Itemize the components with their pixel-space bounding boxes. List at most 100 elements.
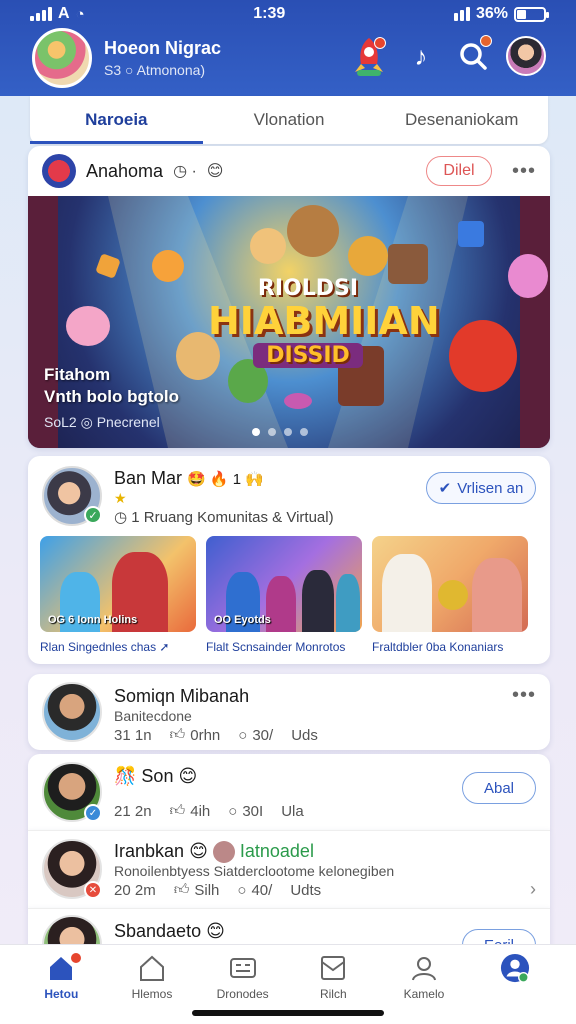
featured-banner[interactable]: RIOLDSI HIABMIIAN DISSID Fitahom Vnth bo… [28, 196, 550, 448]
tab-vlonation[interactable]: Vlonation [203, 96, 376, 144]
post-stats: 20 2m 👍︎ Silh ○ 40/ Udts [114, 881, 321, 899]
star-icon: ★ [114, 490, 127, 506]
post-author[interactable]: Iranbkan 😊 Iatnoadel [114, 841, 314, 864]
tab-desenaniokam[interactable]: Desenaniokam [375, 96, 548, 144]
like-count: 0rhn [190, 726, 221, 744]
carousel-dot[interactable] [300, 428, 308, 436]
search-icon[interactable] [454, 35, 492, 75]
featured-header: Anahoma ◷ · 😊 Dilel ••• [28, 146, 550, 196]
post-action-button[interactable]: Abal [462, 772, 536, 804]
carousel-dot[interactable] [252, 428, 260, 436]
cell-icon [453, 7, 470, 21]
post-time: 20 2m [114, 881, 156, 899]
post-card[interactable]: ✓ 🎊 Son 😊 21 2n 👍︎ 4ih ○ 30I Ula Abal [28, 754, 550, 830]
nav-hlemos[interactable]: Hlemos [112, 953, 192, 1024]
inbox-icon [318, 953, 348, 983]
more-options-icon[interactable]: ••• [512, 160, 536, 183]
share-count: Ula [281, 802, 304, 820]
banner-caption-line-2: Vnth bolo bgtolo [44, 387, 180, 406]
comment-stat[interactable]: ○ 30I [228, 803, 263, 820]
comment-count: 30/ [252, 726, 274, 744]
post-time: 31 1n [114, 726, 152, 744]
emoji-icon: 😊 [206, 921, 225, 941]
profile-name[interactable]: Hoeon Nigrac [104, 38, 221, 59]
battery-percent: 36% [475, 5, 508, 22]
music-note-icon[interactable]: ♪ [402, 37, 440, 75]
post-author[interactable]: Somiqn Mibanah [114, 686, 249, 707]
comment-stat[interactable]: ○ 30/ [238, 727, 273, 744]
chevron-right-icon[interactable]: › [530, 879, 536, 900]
banner-title-line-1: RIOLDSI [257, 276, 359, 301]
clock: 1:39 [253, 5, 286, 22]
like-icon: 👍︎ [173, 881, 190, 898]
like-count: 4ih [190, 802, 211, 820]
carousel-dots[interactable] [252, 428, 308, 436]
post-author-name: Sbandaeto [114, 921, 202, 941]
person-figure [472, 558, 522, 632]
channel-logo[interactable] [42, 154, 76, 188]
featured-card: Anahoma ◷ · 😊 Dilel ••• RIOLDSI HIABMIIA… [28, 146, 550, 448]
post-author[interactable]: Sbandaeto 😊 [114, 921, 225, 942]
comment-stat[interactable]: ○ 40/ [237, 882, 272, 899]
thumbnail-item[interactable]: OO Eyotds Flalt Scnsainder Monrotos [206, 536, 362, 654]
post-subtitle: Banitecdone [114, 708, 192, 724]
status-bar: A ◔ 1:39 36% [0, 0, 576, 28]
rocket-badge [374, 37, 386, 49]
banner-caption: Fitahom Vnth bolo bgtolo [44, 364, 179, 408]
comment-icon: ○ [228, 802, 238, 820]
community-follow-button[interactable]: ✔ Vrlisen an [426, 472, 536, 504]
follow-button[interactable]: Dilel [425, 156, 492, 186]
comment-count: 30I [242, 802, 264, 820]
share-stat[interactable]: Udts [290, 882, 321, 899]
post-author-emoji: 🎊 [114, 766, 142, 786]
post-stats: 21 2n 👍︎ 4ih ○ 30I Ula [114, 802, 304, 820]
post-author[interactable]: 🎊 Son 😊 [114, 766, 197, 787]
search-badge [480, 35, 492, 47]
share-count: Uds [291, 726, 318, 744]
carousel-dot[interactable] [284, 428, 292, 436]
like-stat[interactable]: 👍︎ 0rhn [170, 726, 221, 744]
rocket-button[interactable] [350, 37, 388, 76]
header-actions: ♪ [350, 35, 546, 76]
profile-icon [500, 953, 530, 983]
clock-icon: ◷ · [173, 163, 197, 180]
post-tag[interactable]: Iatnoadel [240, 841, 314, 861]
post-subtitle: Ronoilenbtyess Siatderclootome kelonegib… [114, 863, 395, 879]
share-stat[interactable]: Ula [281, 803, 304, 820]
profile-avatar[interactable] [32, 28, 92, 88]
community-name[interactable]: Ban Mar 🤩 🔥 1 🙌 [114, 468, 264, 489]
share-stat[interactable]: Uds [291, 727, 318, 744]
thumbnail-item[interactable]: OG 6 Ionn Holins Rlan Singednles chas ➚ [40, 536, 196, 654]
more-options-icon[interactable]: ••• [512, 684, 536, 707]
tab-naroeia[interactable]: Naroeia [30, 96, 203, 144]
status-right: 36% [453, 5, 549, 23]
like-stat[interactable]: 👍︎ Silh [174, 881, 220, 899]
thumbnail-image: OG 6 Ionn Holins [40, 536, 196, 632]
community-emojis: 🤩 🔥 1 🙌 [187, 471, 264, 488]
check-icon: ✔ [438, 480, 452, 497]
community-card: ✓ Ban Mar 🤩 🔥 1 🙌 ★ ◷ 1 Rruang Komunitas… [28, 456, 550, 664]
tag-avatar [212, 841, 235, 864]
carousel-dot[interactable] [268, 428, 276, 436]
post-card[interactable]: Somiqn Mibanah Banitecdone 31 1n 👍︎ 0rhn … [28, 674, 550, 750]
wifi-icon: ◔ [75, 5, 85, 23]
person-icon [409, 953, 439, 983]
channel-name[interactable]: Anahoma [86, 161, 163, 182]
like-stat[interactable]: 👍︎ 4ih [170, 802, 211, 820]
nav-kamelo[interactable]: Kamelo [384, 953, 464, 1024]
home-indicator[interactable] [192, 1010, 384, 1016]
like-icon: 👍︎ [169, 726, 186, 743]
nav-profile[interactable] [475, 953, 555, 1024]
comment-count: 40/ [251, 881, 273, 899]
tab-bar: Naroeia Vlonation Desenaniokam [30, 96, 548, 144]
post-avatar[interactable] [42, 682, 102, 742]
community-follow-label: Vrlisen an [457, 479, 524, 497]
user-avatar[interactable] [506, 36, 546, 76]
thumbnail-item[interactable]: Fraltdbler 0ba Konaniars [372, 536, 528, 654]
thumbnail-caption: Fraltdbler 0ba Konaniars [372, 640, 504, 654]
post-author-name: Iranbkan [114, 841, 185, 861]
post-time: 21 2n [114, 802, 152, 820]
post-card[interactable]: ✕ Iranbkan 😊 Iatnoadel Ronoilenbtyess Si… [28, 830, 550, 908]
notification-badge [69, 951, 84, 965]
nav-home[interactable]: Hetou [21, 951, 101, 1024]
